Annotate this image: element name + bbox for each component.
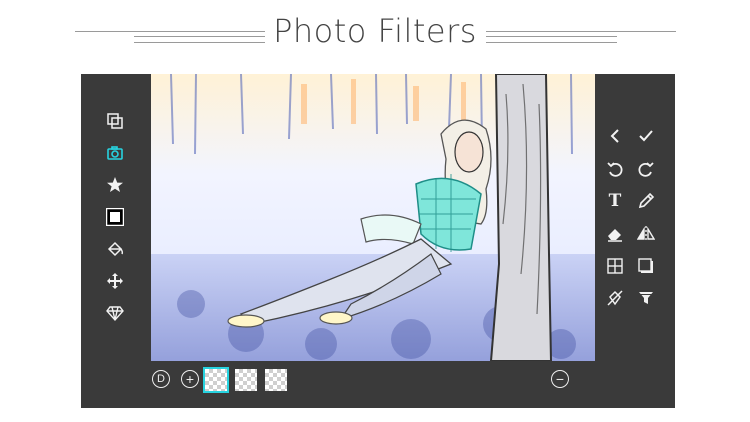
- decorative-rule: [486, 31, 676, 32]
- editor-frame: T D + −: [81, 74, 675, 408]
- no-fill-icon[interactable]: [604, 287, 626, 309]
- checkmark-icon[interactable]: [635, 125, 657, 147]
- left-toolbar: [81, 74, 151, 408]
- layer-bar: D + −: [151, 361, 675, 408]
- header: Photo Filters: [0, 0, 750, 70]
- move-icon[interactable]: [104, 270, 126, 292]
- redo-icon[interactable]: [635, 158, 657, 180]
- filter-funnel-icon[interactable]: [635, 287, 657, 309]
- decorative-rule: [486, 36, 617, 37]
- diamond-icon[interactable]: [104, 302, 126, 324]
- color-swatch-icon[interactable]: [104, 206, 126, 228]
- layer-thumbnail[interactable]: [235, 369, 257, 391]
- right-toolbar: T: [595, 74, 675, 361]
- star-icon[interactable]: [104, 174, 126, 196]
- flip-icon[interactable]: [635, 223, 657, 245]
- undo-icon[interactable]: [604, 158, 626, 180]
- photo-canvas[interactable]: [151, 74, 595, 361]
- remove-layer-button[interactable]: −: [551, 370, 569, 388]
- decorative-rule: [486, 42, 617, 43]
- text-icon[interactable]: T: [604, 190, 626, 212]
- layer-thumbnail[interactable]: [265, 369, 287, 391]
- camera-icon[interactable]: [104, 142, 126, 164]
- grid-icon[interactable]: [604, 255, 626, 277]
- default-button[interactable]: D: [152, 370, 170, 388]
- back-chevron-icon[interactable]: [604, 125, 626, 147]
- layer-thumbnail[interactable]: [203, 367, 229, 393]
- shadow-square-icon[interactable]: [635, 255, 657, 277]
- layers-icon[interactable]: [104, 110, 126, 132]
- eraser-icon[interactable]: [604, 223, 626, 245]
- add-layer-button[interactable]: +: [181, 370, 199, 388]
- pencil-icon[interactable]: [635, 190, 657, 212]
- filtered-photo: [151, 74, 595, 361]
- paint-bucket-icon[interactable]: [104, 238, 126, 260]
